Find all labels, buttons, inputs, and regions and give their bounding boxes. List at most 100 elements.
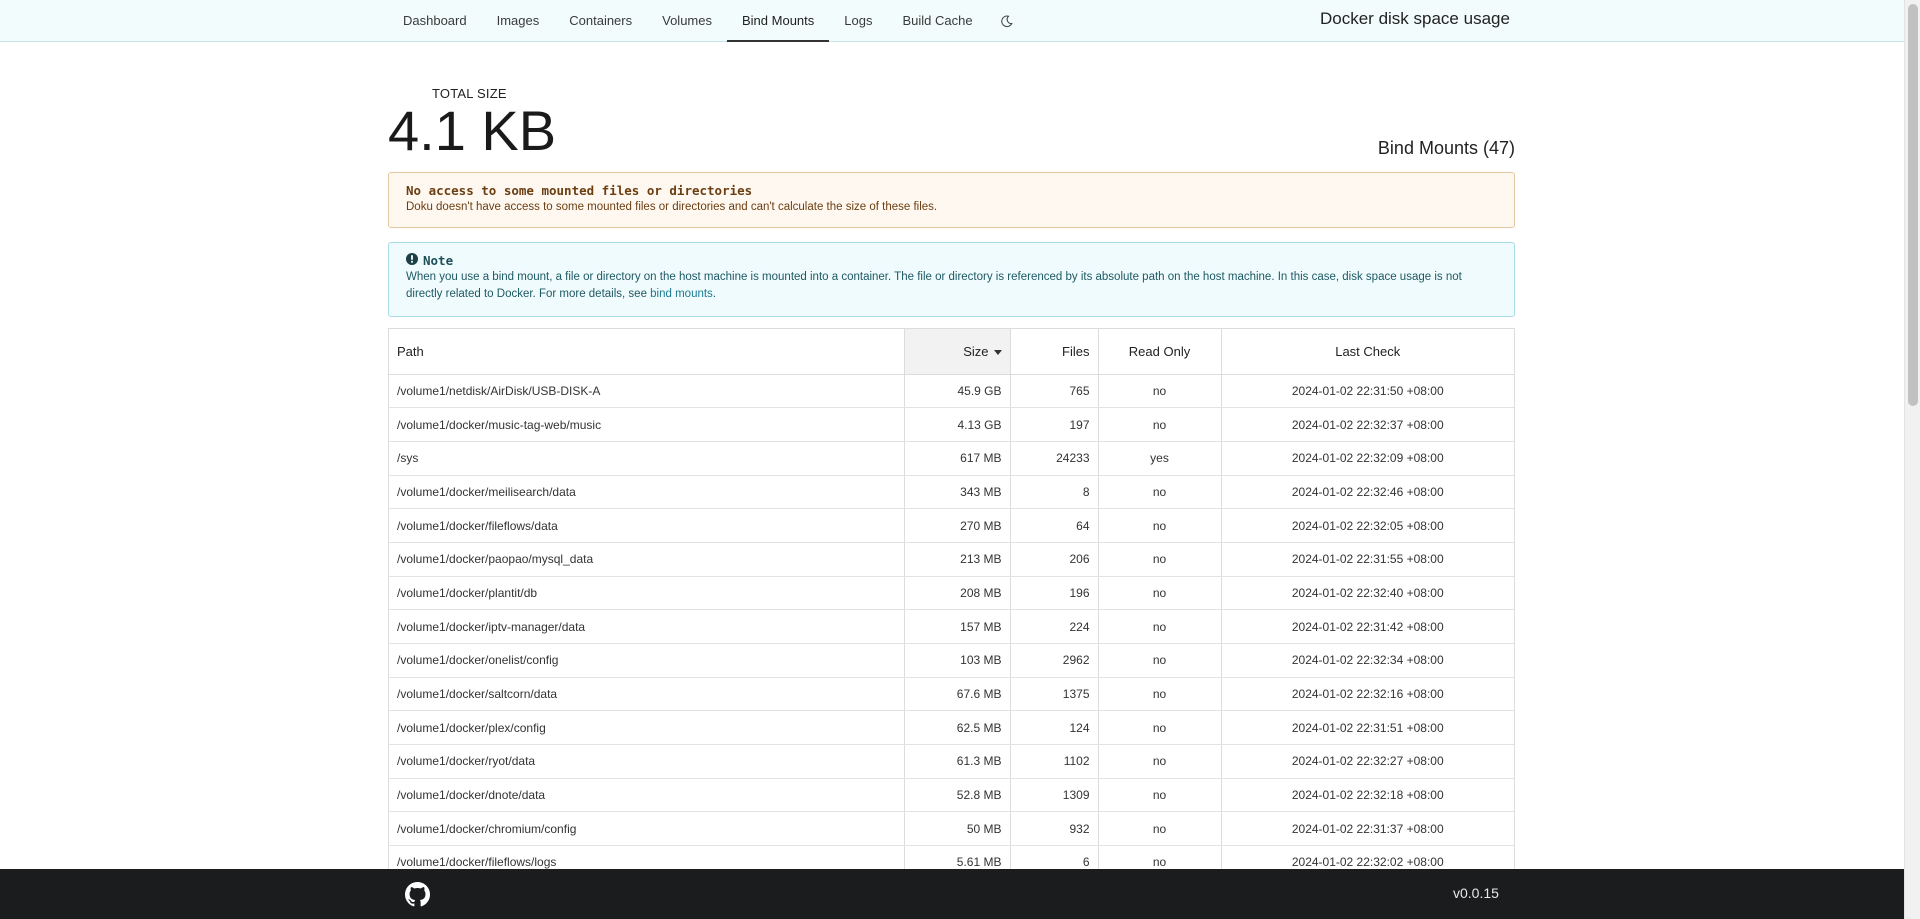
moon-icon[interactable] xyxy=(988,0,1025,42)
cell-files: 1102 xyxy=(1009,744,1098,779)
cell-path: /volume1/docker/plantit/db xyxy=(389,576,904,611)
table-row: /sys 617 MB 24233 yes 2024-01-02 22:32:09 +0… xyxy=(389,441,1514,476)
cell-size: 4.13 GB xyxy=(903,407,1010,442)
note-heading: Note xyxy=(423,253,454,268)
cell-last-check: 2024-01-02 22:32:18 +08:00 xyxy=(1220,778,1514,813)
cell-read-only: no xyxy=(1097,407,1221,442)
cell-path: /volume1/docker/iptv-manager/data xyxy=(389,609,904,644)
cell-path: /volume1/netdisk/AirDisk/USB-DISK-A xyxy=(389,374,904,409)
warning-heading: No access to some mounted files or direc… xyxy=(406,183,753,198)
note-heading-row: Note xyxy=(406,253,1497,268)
table-body: /volume1/netdisk/AirDisk/USB-DISK-A 45.9 … xyxy=(389,374,1514,880)
github-icon[interactable] xyxy=(405,882,430,912)
bind-mounts-link[interactable]: bind mounts xyxy=(650,288,713,300)
cell-last-check: 2024-01-02 22:32:09 +08:00 xyxy=(1220,441,1514,476)
nav-item-dashboard[interactable]: Dashboard xyxy=(388,0,482,42)
bind-mounts-table: Path Size Files Read Only Last Check /vo… xyxy=(388,328,1515,880)
footer: v0.0.15 xyxy=(0,869,1904,919)
cell-last-check: 2024-01-02 22:32:46 +08:00 xyxy=(1220,475,1514,510)
cell-files: 8 xyxy=(1009,475,1098,510)
nav-item-logs[interactable]: Logs xyxy=(829,0,887,42)
table-row: /volume1/docker/onelist/config 103 MB 2962… xyxy=(389,643,1514,678)
cell-read-only: no xyxy=(1097,374,1221,409)
cell-files: 197 xyxy=(1009,407,1098,442)
cell-last-check: 2024-01-02 22:31:37 +08:00 xyxy=(1220,811,1514,847)
cell-read-only: no xyxy=(1097,744,1221,779)
cell-last-check: 2024-01-02 22:32:37 +08:00 xyxy=(1220,407,1514,442)
table-row: /volume1/docker/saltcorn/data 67.6 MB 1375… xyxy=(389,677,1514,712)
vertical-scrollbar[interactable] xyxy=(1904,0,1920,919)
column-header-files[interactable]: Files xyxy=(1009,329,1098,375)
table-row: /volume1/docker/plex/config 62.5 MB 124 no 2… xyxy=(389,710,1514,746)
total-size-value: 4.1 KB xyxy=(388,99,557,162)
cell-path: /volume1/docker/onelist/config xyxy=(389,643,904,678)
section-title: Bind Mounts (47) xyxy=(1377,138,1515,158)
cell-read-only: yes xyxy=(1097,441,1221,476)
cell-path: /sys xyxy=(389,441,904,476)
nav-item-bind-mounts[interactable]: Bind Mounts xyxy=(727,0,830,42)
app-title: Docker disk space usage xyxy=(1320,9,1510,28)
column-header-read-only[interactable]: Read Only xyxy=(1097,329,1221,375)
cell-read-only: no xyxy=(1097,643,1221,678)
scrollbar-thumb[interactable] xyxy=(1908,4,1918,406)
cell-files: 1375 xyxy=(1009,677,1098,712)
main-nav: Dashboard Images Containers Volumes Bind… xyxy=(388,0,1025,42)
cell-last-check: 2024-01-02 22:31:51 +08:00 xyxy=(1220,710,1514,746)
sort-desc-icon xyxy=(993,349,1002,355)
table-row: /volume1/docker/music-tag-web/music 4.13 … xyxy=(389,407,1514,442)
cell-path: /volume1/docker/ryot/data xyxy=(389,744,904,779)
nav-item-build-cache[interactable]: Build Cache xyxy=(887,0,987,42)
cell-size: 67.6 MB xyxy=(903,677,1010,712)
cell-last-check: 2024-01-02 22:32:40 +08:00 xyxy=(1220,576,1514,611)
cell-last-check: 2024-01-02 22:32:27 +08:00 xyxy=(1220,744,1514,779)
nav-item-containers[interactable]: Containers xyxy=(554,0,647,42)
table-row: /volume1/docker/dnote/data 52.8 MB 1309 no 2… xyxy=(389,778,1514,813)
cell-size: 157 MB xyxy=(903,609,1010,644)
cell-path: /volume1/docker/music-tag-web/music xyxy=(389,407,904,442)
cell-path: /volume1/docker/chromium/config xyxy=(389,811,904,847)
cell-files: 124 xyxy=(1009,710,1098,746)
warning-alert: No access to some mounted files or direc… xyxy=(388,172,1515,228)
cell-size: 52.8 MB xyxy=(903,778,1010,813)
nav-item-volumes[interactable]: Volumes xyxy=(647,0,727,42)
nav-item-images[interactable]: Images xyxy=(482,0,555,42)
cell-path: /volume1/docker/plex/config xyxy=(389,710,904,746)
cell-files: 64 xyxy=(1009,508,1098,543)
cell-files: 224 xyxy=(1009,609,1098,644)
cell-last-check: 2024-01-02 22:32:34 +08:00 xyxy=(1220,643,1514,678)
cell-size: 62.5 MB xyxy=(903,710,1010,746)
cell-files: 932 xyxy=(1009,811,1098,847)
cell-size: 270 MB xyxy=(903,508,1010,543)
cell-size: 45.9 GB xyxy=(903,374,1010,409)
cell-files: 24233 xyxy=(1009,441,1098,476)
cell-size: 343 MB xyxy=(903,475,1010,510)
cell-last-check: 2024-01-02 22:31:42 +08:00 xyxy=(1220,609,1514,644)
table-row: /volume1/docker/paopao/mysql_data 213 MB 2… xyxy=(389,542,1514,577)
cell-path: /volume1/docker/meilisearch/data xyxy=(389,475,904,510)
table-row: /volume1/docker/chromium/config 50 MB 932 n… xyxy=(389,811,1514,847)
cell-read-only: no xyxy=(1097,710,1221,746)
cell-size: 103 MB xyxy=(903,643,1010,678)
cell-files: 1309 xyxy=(1009,778,1098,813)
column-header-last-check[interactable]: Last Check xyxy=(1220,329,1514,375)
cell-read-only: no xyxy=(1097,475,1221,510)
table-row: /volume1/netdisk/AirDisk/USB-DISK-A 45.9 … xyxy=(389,374,1514,409)
column-header-path[interactable]: Path xyxy=(389,329,904,375)
warning-text: Doku doesn't have access to some mounted… xyxy=(406,201,938,213)
cell-read-only: no xyxy=(1097,542,1221,577)
cell-size: 213 MB xyxy=(903,542,1010,577)
cell-files: 765 xyxy=(1009,374,1098,409)
cell-path: /volume1/docker/dnote/data xyxy=(389,778,904,813)
table-row: /volume1/docker/plantit/db 208 MB 196 no 202… xyxy=(389,576,1514,611)
note-text-main: When you use a bind mount, a file or dir… xyxy=(406,271,1462,300)
cell-files: 206 xyxy=(1009,542,1098,577)
table-row: /volume1/docker/meilisearch/data 343 MB 8 n… xyxy=(389,475,1514,510)
table-header-row: Path Size Files Read Only Last Check xyxy=(389,329,1514,375)
column-header-size[interactable]: Size xyxy=(903,329,1010,375)
info-circle-icon xyxy=(406,253,418,268)
column-header-size-label: Size xyxy=(963,343,989,359)
table-row: /volume1/docker/fileflows/data 270 MB 64 no… xyxy=(389,508,1514,543)
cell-read-only: no xyxy=(1097,508,1221,543)
cell-read-only: no xyxy=(1097,778,1221,813)
cell-path: /volume1/docker/saltcorn/data xyxy=(389,677,904,712)
